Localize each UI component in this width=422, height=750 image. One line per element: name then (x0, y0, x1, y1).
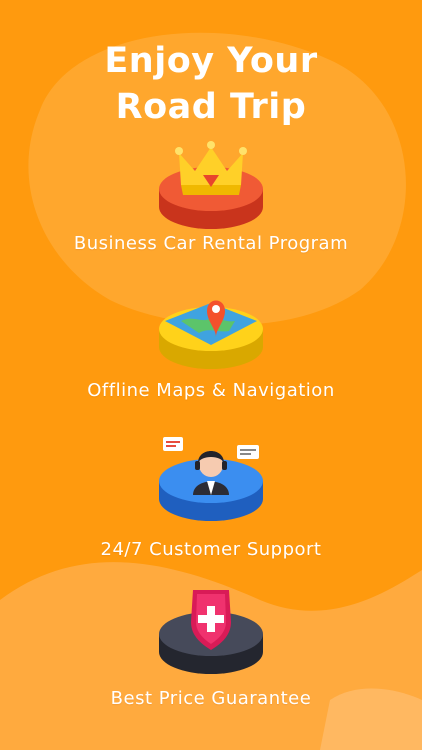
page-title: Enjoy Your Road Trip (0, 38, 422, 130)
crown-icon (151, 135, 271, 235)
feature-label: Best Price Guarantee (110, 688, 312, 709)
feature-label: 24/7 Customer Support (100, 539, 322, 560)
title-line-1: Enjoy Your (104, 41, 318, 81)
feature-label: Business Car Rental Program (73, 233, 349, 254)
map-pin-icon (151, 275, 271, 375)
support-agent-icon (151, 425, 271, 525)
title-line-2: Road Trip (115, 87, 307, 127)
shield-plus-icon (151, 580, 271, 680)
feature-label: Offline Maps & Navigation (87, 380, 335, 401)
onboarding-screen: Enjoy Your Road Trip Business Car Rental… (0, 0, 422, 750)
feature-best-price: Best Price Guarantee (0, 580, 422, 720)
feature-offline-maps: Offline Maps & Navigation (0, 275, 422, 415)
feature-business-rental: Business Car Rental Program (0, 135, 422, 275)
feature-customer-support: 24/7 Customer Support (0, 425, 422, 565)
